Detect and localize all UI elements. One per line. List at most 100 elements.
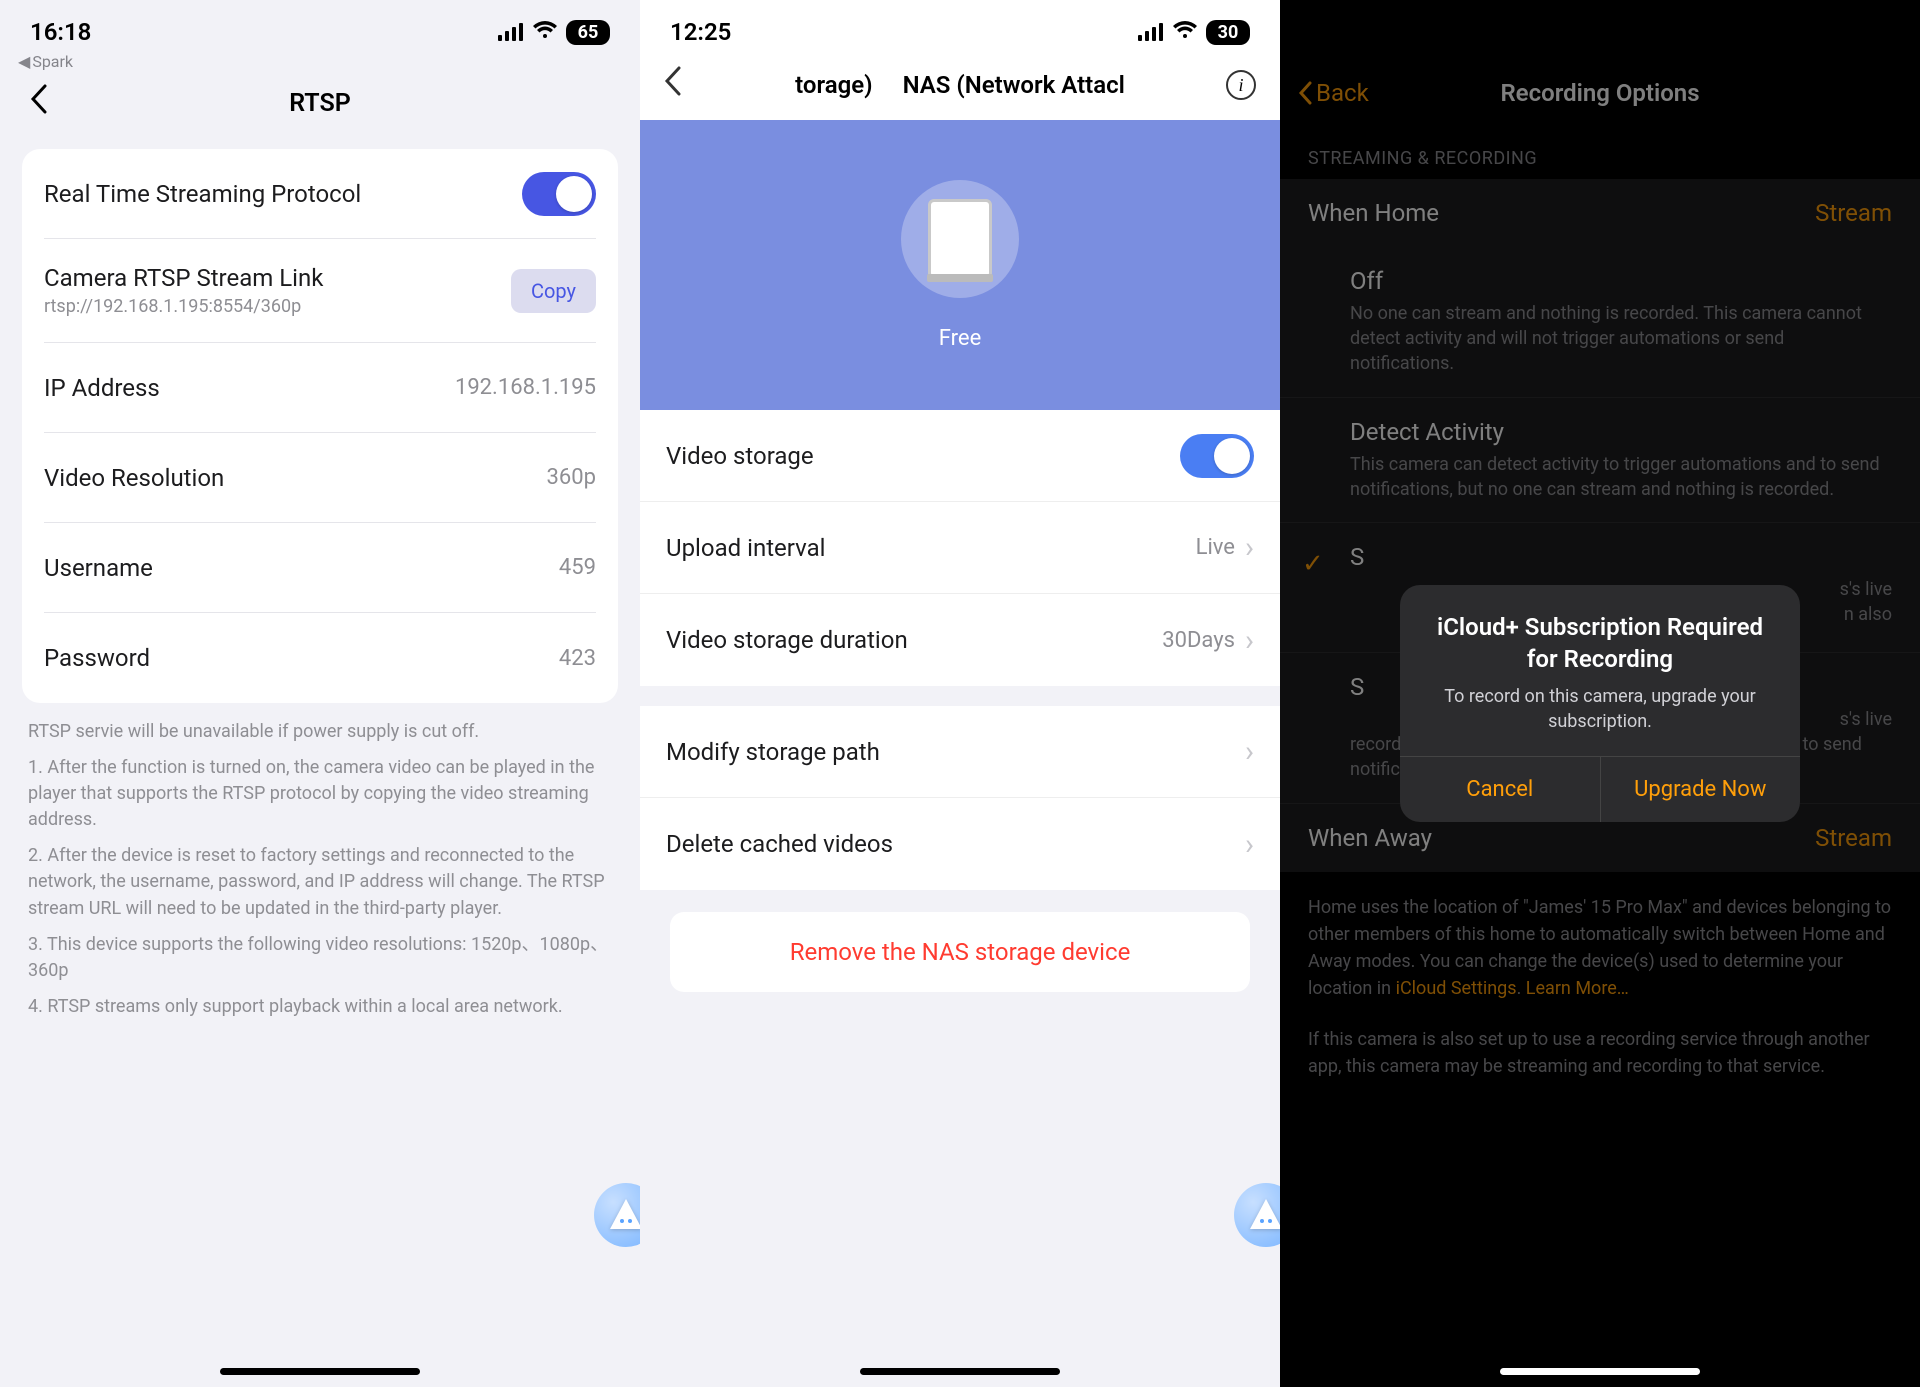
plan-label: Free (939, 326, 981, 351)
checkmark-icon: ✓ (1302, 549, 1324, 579)
storage-path-label: Modify storage path (666, 738, 880, 766)
note-0: RTSP servie will be unavailable if power… (28, 719, 612, 745)
battery-icon: 30 (1206, 20, 1250, 45)
nas-screen: 12:25 30 torage) NAS (Network Attacl i F… (640, 0, 1280, 1387)
content-behind-alert: Back Recording Options STREAMING & RECOR… (1280, 60, 1920, 1102)
nav-title-right[interactable]: NAS (Network Attacl (903, 71, 1125, 99)
status-bar: 16:18 65 (0, 0, 640, 50)
video-storage-label: Video storage (666, 442, 814, 470)
option-stream-title: S (1350, 543, 1892, 571)
delete-cached-label: Delete cached videos (666, 830, 893, 858)
username-row: Username 459 (44, 523, 596, 613)
home-indicator[interactable] (860, 1368, 1060, 1375)
wifi-icon (532, 18, 558, 46)
footer-p2: If this camera is also set up to use a r… (1308, 1026, 1892, 1080)
status-bar: 12:25 30 (640, 0, 1280, 50)
alert-cancel-button[interactable]: Cancel (1400, 757, 1601, 822)
note-4: 4. RTSP streams only support playback wi… (28, 994, 612, 1020)
alert-upgrade-button[interactable]: Upgrade Now (1601, 757, 1801, 822)
back-to-app[interactable]: ◀ Spark (0, 50, 640, 73)
storage-duration-row[interactable]: Video storage duration 30Days (640, 594, 1280, 686)
upload-interval-value: Live (1196, 535, 1235, 560)
storage-path-row[interactable]: Modify storage path (640, 706, 1280, 798)
navigation-bar: Back Recording Options (1280, 60, 1920, 126)
resolution-row[interactable]: Video Resolution 360p (44, 433, 596, 523)
status-time: 16:18 (30, 18, 91, 46)
option-detect-title: Detect Activity (1350, 418, 1892, 446)
info-icon[interactable]: i (1226, 70, 1256, 100)
option-off-title: Off (1350, 267, 1892, 295)
home-indicator[interactable] (220, 1368, 420, 1375)
option-off-desc: No one can stream and nothing is recorde… (1350, 301, 1892, 377)
when-home-value: Stream (1815, 199, 1892, 227)
settings-group-1: Video storage Upload interval Live Video… (640, 410, 1280, 686)
recording-options-screen: Back Recording Options STREAMING & RECOR… (1280, 0, 1920, 1387)
nas-device-icon (901, 180, 1019, 298)
footer-p1: Home uses the location of "James' 15 Pro… (1308, 894, 1892, 1002)
footer-text: Home uses the location of "James' 15 Pro… (1280, 872, 1920, 1102)
copy-button[interactable]: Copy (511, 269, 596, 313)
stream-link-row: Camera RTSP Stream Link rtsp://192.168.1… (44, 239, 596, 343)
icloud-settings-link[interactable]: iCloud Settings (1396, 978, 1517, 999)
rtsp-toggle-row: Real Time Streaming Protocol (44, 149, 596, 239)
video-storage-row: Video storage (640, 410, 1280, 502)
back-button[interactable] (30, 84, 48, 122)
storage-duration-label: Video storage duration (666, 626, 908, 654)
storage-duration-value: 30Days (1162, 628, 1235, 653)
assistant-fab[interactable] (594, 1183, 640, 1247)
page-title: Recording Options (1500, 79, 1699, 107)
back-button[interactable]: Back (1298, 79, 1369, 107)
ip-value: 192.168.1.195 (455, 375, 596, 400)
home-indicator[interactable] (1500, 1368, 1700, 1375)
option-detect-desc: This camera can detect activity to trigg… (1350, 452, 1892, 502)
username-label: Username (44, 554, 153, 582)
password-value: 423 (559, 646, 596, 671)
delete-cached-row[interactable]: Delete cached videos (640, 798, 1280, 890)
signal-icon (498, 23, 524, 41)
status-time: 12:25 (670, 18, 731, 46)
stream-link-value: rtsp://192.168.1.195:8554/360p (44, 296, 323, 317)
stream-link-label: Camera RTSP Stream Link (44, 264, 323, 292)
assistant-fab[interactable] (1234, 1183, 1280, 1247)
alert-message: To record on this camera, upgrade your s… (1424, 684, 1776, 734)
when-home-row[interactable]: When Home Stream (1280, 179, 1920, 247)
rtsp-screen: 16:18 65 ◀ Spark RTSP Real Time Streamin… (0, 0, 640, 1387)
navigation-bar: RTSP (0, 73, 640, 133)
option-off[interactable]: Off No one can stream and nothing is rec… (1280, 247, 1920, 398)
video-storage-toggle[interactable] (1180, 434, 1254, 478)
section-header: STREAMING & RECORDING (1280, 126, 1920, 179)
learn-more-link[interactable]: Learn More… (1526, 978, 1629, 999)
upload-interval-row[interactable]: Upload interval Live (640, 502, 1280, 594)
ip-row: IP Address 192.168.1.195 (44, 343, 596, 433)
note-1: 1. After the function is turned on, the … (28, 755, 612, 833)
alert-title: iCloud+ Subscription Required for Record… (1424, 611, 1776, 676)
when-home-label: When Home (1308, 199, 1439, 227)
battery-icon: 65 (566, 20, 610, 45)
wifi-icon (1172, 18, 1198, 46)
resolution-value: 360p (547, 465, 596, 490)
when-away-label: When Away (1308, 824, 1432, 852)
nav-title-left[interactable]: torage) (795, 71, 872, 99)
username-value: 459 (559, 555, 596, 580)
navigation-bar: torage) NAS (Network Attacl i (640, 50, 1280, 120)
note-3: 3. This device supports the following vi… (28, 932, 612, 984)
when-away-value: Stream (1815, 824, 1892, 852)
password-label: Password (44, 644, 150, 672)
signal-icon (1138, 23, 1164, 41)
ip-label: IP Address (44, 374, 160, 402)
password-row: Password 423 (44, 613, 596, 703)
option-detect[interactable]: Detect Activity This camera can detect a… (1280, 398, 1920, 523)
icloud-alert: iCloud+ Subscription Required for Record… (1400, 585, 1800, 822)
rtsp-toggle[interactable] (522, 172, 596, 216)
notes: RTSP servie will be unavailable if power… (0, 719, 640, 1020)
rtsp-label: Real Time Streaming Protocol (44, 180, 361, 208)
remove-nas-button[interactable]: Remove the NAS storage device (670, 912, 1250, 992)
settings-card: Real Time Streaming Protocol Camera RTSP… (22, 149, 618, 703)
upload-interval-label: Upload interval (666, 534, 825, 562)
settings-group-2: Modify storage path Delete cached videos (640, 706, 1280, 890)
note-2: 2. After the device is reset to factory … (28, 843, 612, 921)
nas-hero: Free (640, 120, 1280, 410)
page-title: RTSP (289, 89, 351, 118)
resolution-label: Video Resolution (44, 464, 224, 492)
back-button[interactable] (664, 66, 682, 104)
